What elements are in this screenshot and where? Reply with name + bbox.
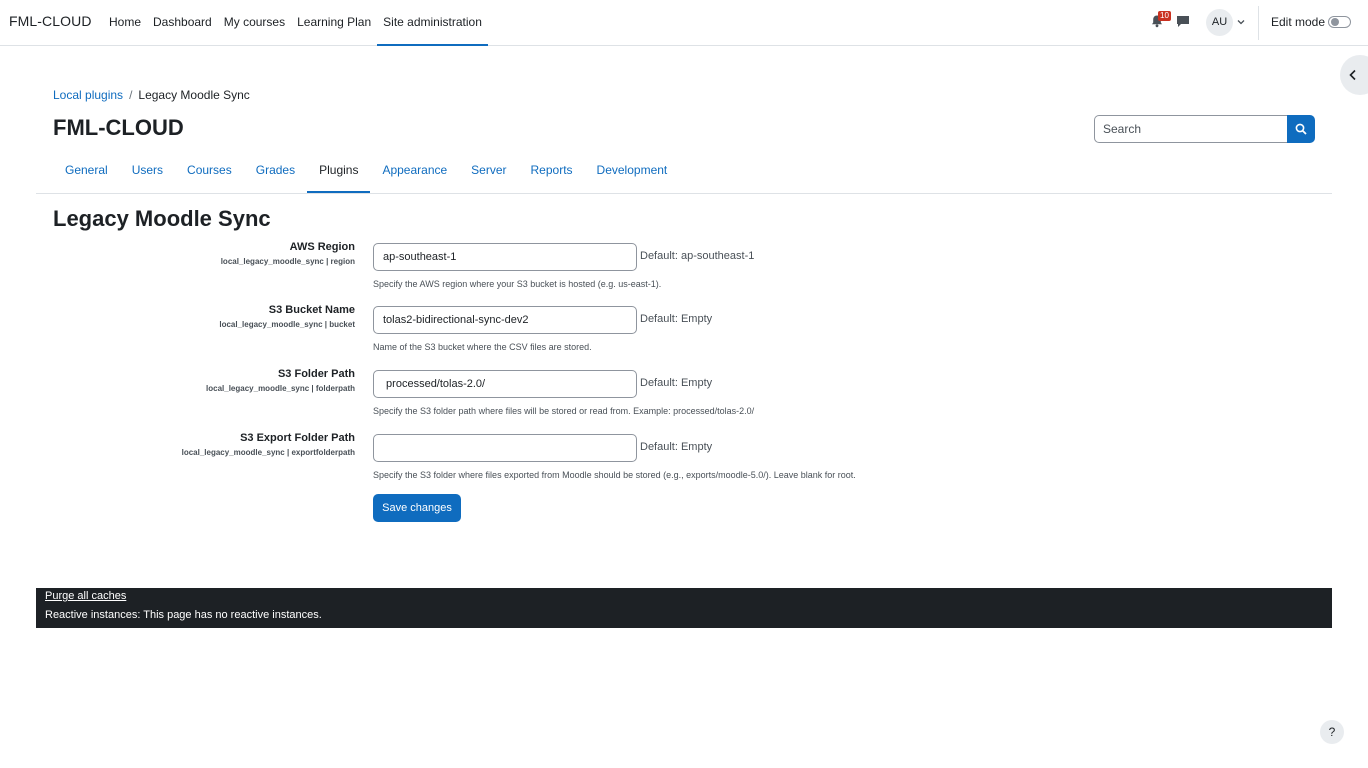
setting-label: S3 Export Folder Path local_legacy_moodl… <box>182 432 355 457</box>
search-input[interactable] <box>1094 115 1288 143</box>
breadcrumb-link-local-plugins[interactable]: Local plugins <box>53 88 123 102</box>
navbar-divider <box>1258 6 1259 40</box>
site-brand[interactable]: FML-CLOUD <box>9 13 92 29</box>
setting-description: Name of the S3 bucket where the CSV file… <box>373 342 592 352</box>
setting-description: Specify the S3 folder path where files w… <box>373 406 755 416</box>
s3-bucket-name-input[interactable] <box>373 306 637 334</box>
setting-label: S3 Folder Path local_legacy_moodle_sync … <box>206 368 355 393</box>
setting-description: Specify the AWS region where your S3 buc… <box>373 279 662 289</box>
edit-mode-toggle[interactable] <box>1328 16 1351 28</box>
user-avatar[interactable]: AU <box>1206 9 1233 36</box>
settings-heading: Legacy Moodle Sync <box>53 206 271 231</box>
s3-export-folder-path-input[interactable] <box>373 434 637 462</box>
setting-default: Default: Empty <box>640 313 713 325</box>
s3-folder-path-input[interactable] <box>373 370 637 398</box>
tab-appearance[interactable]: Appearance <box>370 147 459 193</box>
help-button[interactable]: ? <box>1320 720 1344 744</box>
nav-item-dashboard[interactable]: Dashboard <box>147 0 218 46</box>
setting-label: S3 Bucket Name local_legacy_moodle_sync … <box>219 304 355 329</box>
edit-mode-label: Edit mode <box>1271 15 1326 29</box>
setting-default: Default: ap-southeast-1 <box>640 250 755 262</box>
tab-server[interactable]: Server <box>459 147 518 193</box>
tab-grades[interactable]: Grades <box>244 147 307 193</box>
nav-item-learning-plan[interactable]: Learning Plan <box>291 0 377 46</box>
tab-courses[interactable]: Courses <box>175 147 244 193</box>
purge-all-caches-link[interactable]: Purge all caches <box>45 590 126 602</box>
save-changes-button[interactable]: Save changes <box>373 494 461 522</box>
page-title: FML-CLOUD <box>53 115 184 140</box>
setting-title: S3 Export Folder Path <box>240 432 355 444</box>
setting-title: S3 Bucket Name <box>268 304 355 316</box>
aws-region-input[interactable] <box>373 243 637 271</box>
chevron-down-icon[interactable] <box>1236 17 1246 27</box>
top-navbar: FML-CLOUD Home Dashboard My courses Lear… <box>0 0 1368 46</box>
setting-default: Default: Empty <box>640 441 713 453</box>
admin-search <box>1094 115 1315 143</box>
page-footer: Purge all caches Reactive instances: Thi… <box>36 588 1332 628</box>
notification-count-badge: 10 <box>1158 11 1171 21</box>
setting-title: AWS Region <box>289 241 355 253</box>
setting-default: Default: Empty <box>640 377 713 389</box>
breadcrumb: Local plugins / Legacy Moodle Sync <box>53 88 250 102</box>
setting-description: Specify the S3 folder where files export… <box>373 470 856 480</box>
tab-users[interactable]: Users <box>120 147 175 193</box>
primary-navigation: Home Dashboard My courses Learning Plan … <box>103 0 488 46</box>
tab-reports[interactable]: Reports <box>519 147 585 193</box>
breadcrumb-current: Legacy Moodle Sync <box>138 88 250 102</box>
tab-development[interactable]: Development <box>585 147 680 193</box>
setting-key: local_legacy_moodle_sync | folderpath <box>206 384 355 393</box>
nav-item-my-courses[interactable]: My courses <box>218 0 291 46</box>
search-icon <box>1295 123 1307 135</box>
nav-item-home[interactable]: Home <box>103 0 147 46</box>
setting-label: AWS Region local_legacy_moodle_sync | re… <box>221 241 355 266</box>
admin-tabs: General Users Courses Grades Plugins App… <box>53 147 679 193</box>
tab-plugins[interactable]: Plugins <box>307 147 371 193</box>
search-button[interactable] <box>1287 115 1315 143</box>
tab-general[interactable]: General <box>53 147 120 193</box>
nav-item-site-administration[interactable]: Site administration <box>377 0 488 46</box>
setting-key: local_legacy_moodle_sync | region <box>220 257 355 266</box>
setting-key: local_legacy_moodle_sync | exportfolderp… <box>181 448 355 457</box>
toggle-knob <box>1331 18 1339 26</box>
setting-title: S3 Folder Path <box>277 368 355 380</box>
tabs-divider <box>36 193 1332 194</box>
setting-key: local_legacy_moodle_sync | bucket <box>219 320 355 329</box>
open-drawer-button[interactable] <box>1340 55 1368 95</box>
breadcrumb-separator: / <box>129 88 133 102</box>
chat-icon[interactable] <box>1176 15 1190 28</box>
reactive-instances-text: Reactive instances: This page has no rea… <box>45 609 322 621</box>
chevron-left-icon <box>1349 69 1356 81</box>
